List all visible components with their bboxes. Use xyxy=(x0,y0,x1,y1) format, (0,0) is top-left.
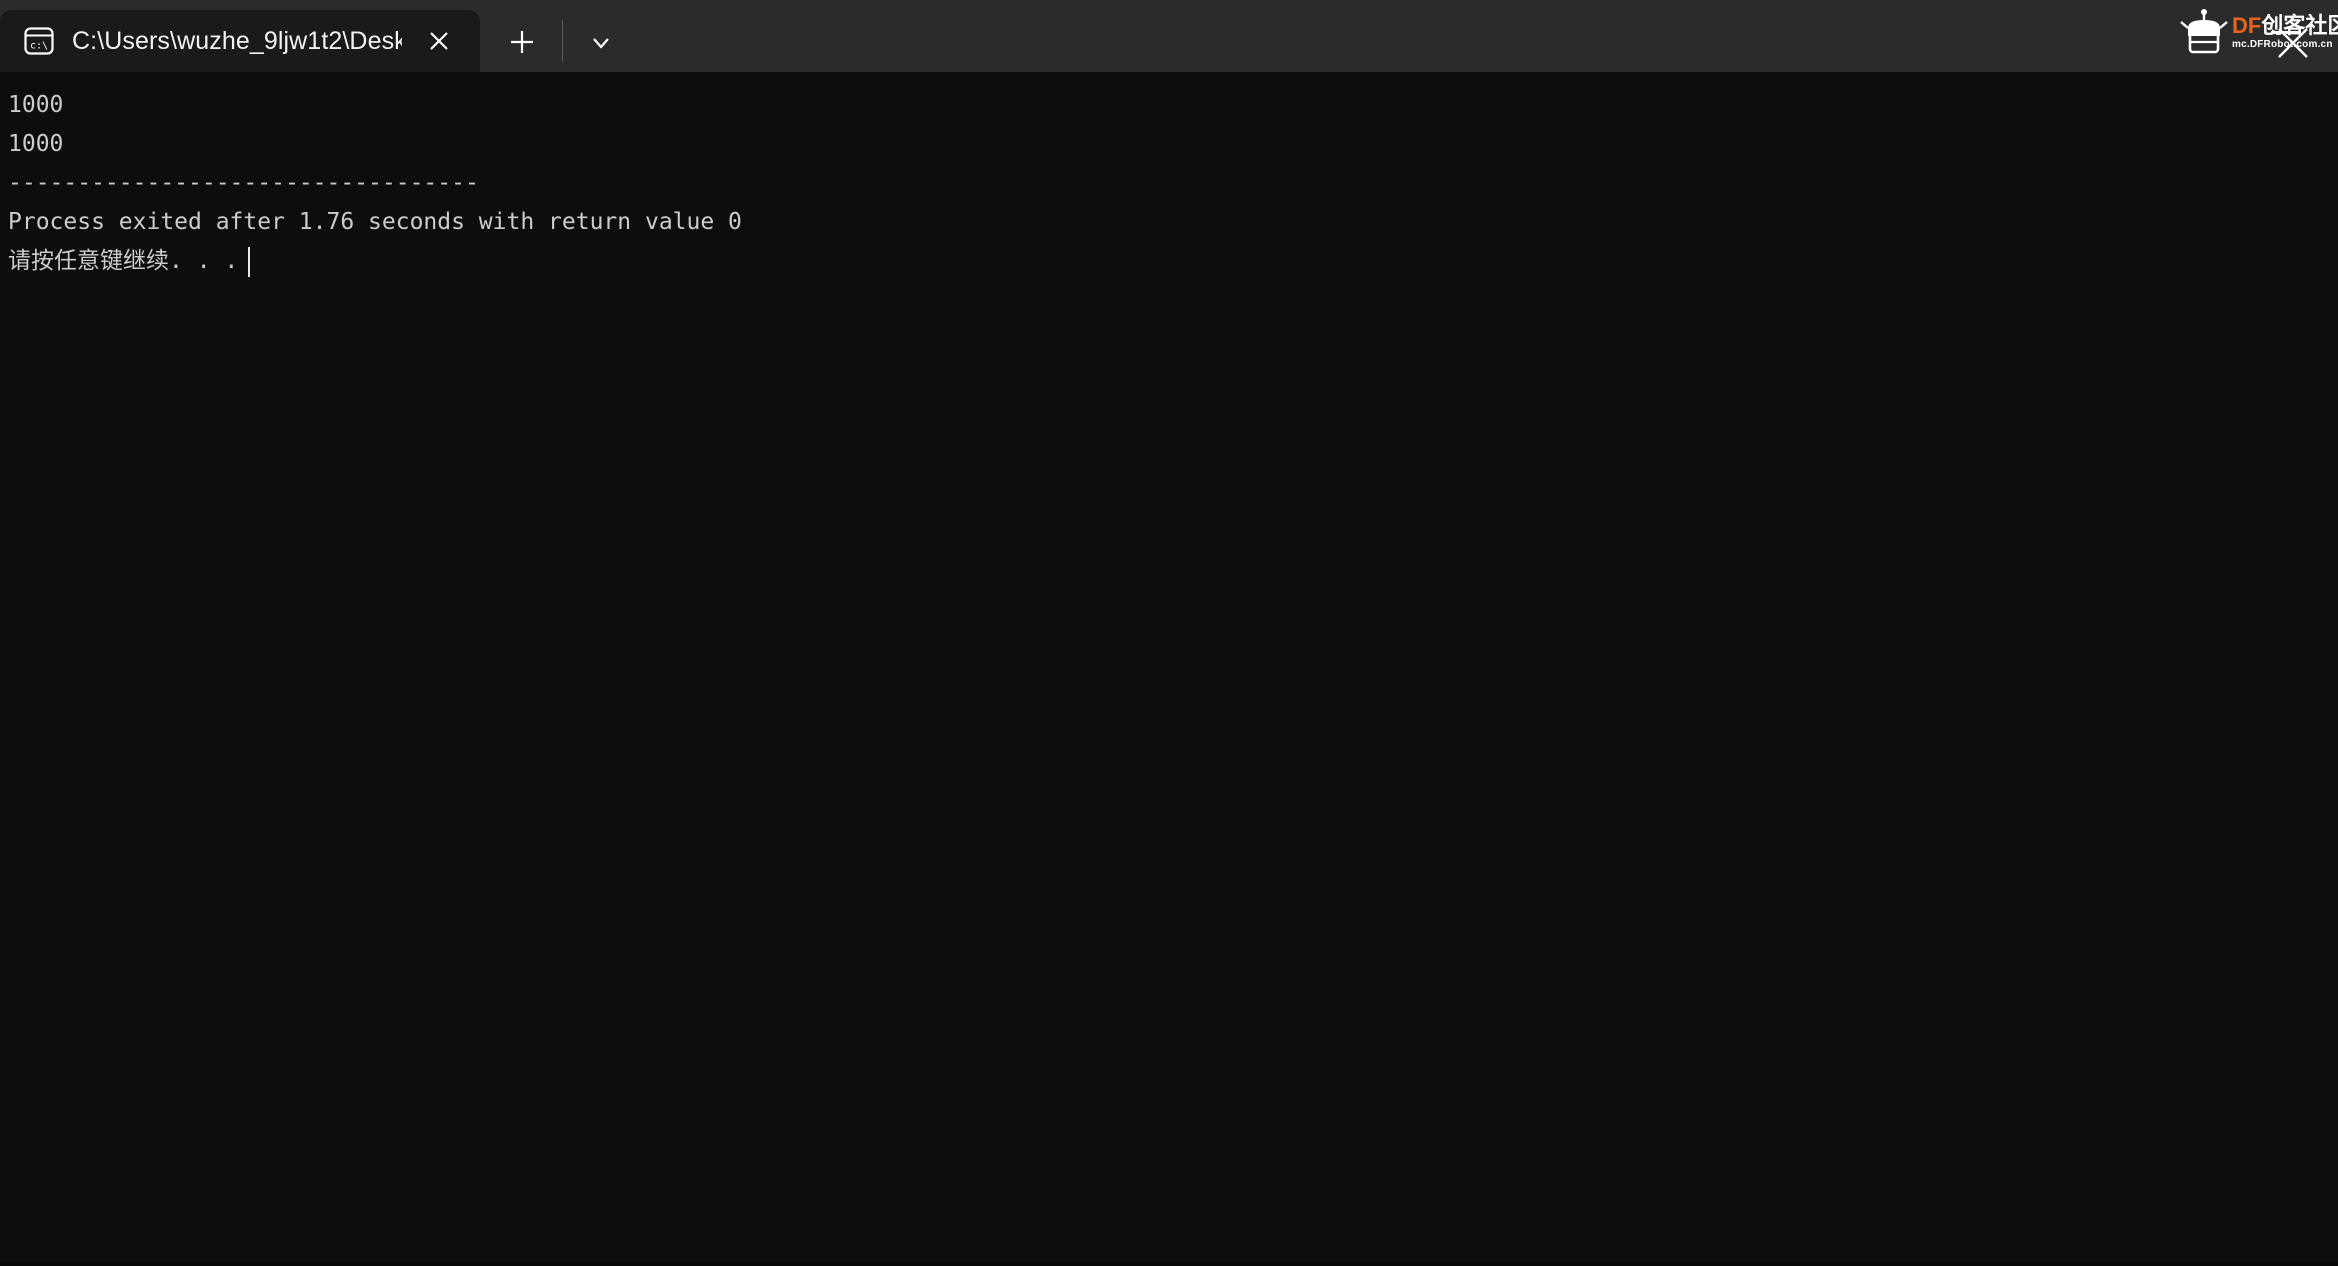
plus-icon xyxy=(511,31,533,53)
terminal-exit-status-line: Process exited after 1.76 seconds with r… xyxy=(8,209,742,235)
robot-icon xyxy=(2178,8,2230,56)
svg-text:c:\: c:\ xyxy=(30,41,48,52)
window-bottom-edge xyxy=(0,1262,2338,1266)
toolbar-divider xyxy=(562,20,563,62)
new-tab-button[interactable] xyxy=(496,16,548,68)
terminal-window: c:\ C:\Users\wuzhe_9ljw1t2\Deskt DF创客社 m… xyxy=(0,0,2338,1266)
tab-title: C:\Users\wuzhe_9ljw1t2\Deskt xyxy=(72,27,402,55)
title-bar: c:\ C:\Users\wuzhe_9ljw1t2\Deskt DF创客社 m… xyxy=(0,0,2338,72)
terminal-prompt-line: 请按任意键继续. . . xyxy=(8,242,2338,281)
terminal-line: 1000 xyxy=(8,131,64,157)
terminal-output[interactable]: 1000 1000 ------------------------------… xyxy=(0,72,2338,1266)
chevron-down-icon xyxy=(593,38,609,49)
tab-dropdown-button[interactable] xyxy=(577,18,625,66)
console-cmd-icon: c:\ xyxy=(22,24,56,58)
tab-strip: c:\ C:\Users\wuzhe_9ljw1t2\Deskt xyxy=(0,0,625,72)
close-icon xyxy=(2278,28,2308,58)
text-cursor xyxy=(248,246,251,277)
tab-console[interactable]: c:\ C:\Users\wuzhe_9ljw1t2\Deskt xyxy=(0,10,480,72)
close-button[interactable] xyxy=(2248,8,2338,78)
tab-close-icon[interactable] xyxy=(416,18,462,64)
terminal-line: 1000 xyxy=(8,92,64,118)
terminal-prompt-text: 请按任意键继续. . . xyxy=(8,248,239,274)
terminal-separator-line: ---------------------------------- xyxy=(8,170,479,196)
